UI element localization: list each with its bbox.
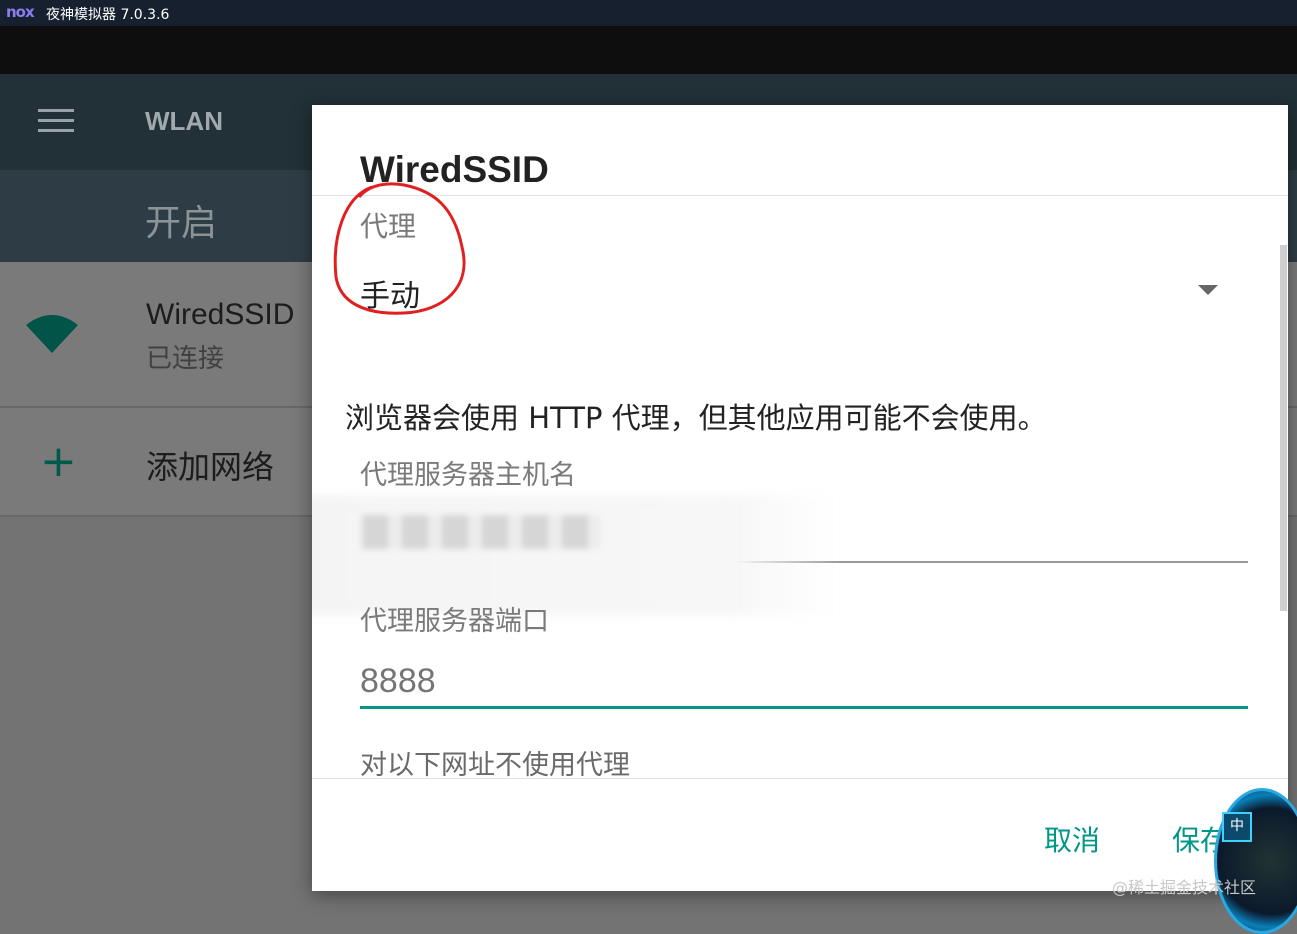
- page-title: WLAN: [145, 106, 223, 136]
- host-label: 代理服务器主机名: [360, 460, 576, 491]
- bypass-label: 对以下网址不使用代理: [360, 750, 630, 781]
- cancel-button[interactable]: 取消: [1044, 819, 1100, 859]
- proxy-dialog: WiredSSID 代理 手动 浏览器会使用 HTTP 代理，但其他应用可能不会…: [312, 105, 1288, 891]
- wifi-icon: [26, 315, 78, 353]
- watermark: @稀土掘金技术社区: [1112, 878, 1257, 897]
- network-status: 已连接: [146, 344, 225, 374]
- annotation-circle: [333, 182, 466, 315]
- redacted-hostname: [362, 515, 600, 549]
- add-icon[interactable]: +: [40, 440, 77, 484]
- port-input[interactable]: [360, 661, 1248, 701]
- avatar-badge: [1214, 788, 1297, 934]
- status-area: [0, 26, 1297, 74]
- redaction-mask: [312, 495, 842, 615]
- port-underline: [360, 706, 1248, 709]
- proxy-note: 浏览器会使用 HTTP 代理，但其他应用可能不会使用。: [345, 401, 1047, 435]
- menu-icon[interactable]: [38, 109, 74, 133]
- add-network-label[interactable]: 添加网络: [146, 442, 274, 488]
- dialog-scrollbar[interactable]: [1280, 245, 1287, 611]
- nox-logo: nox: [6, 3, 35, 21]
- port-label: 代理服务器端口: [360, 606, 549, 637]
- dialog-divider: [312, 778, 1288, 779]
- badge-tag: 中: [1222, 812, 1252, 842]
- network-name[interactable]: WiredSSID: [146, 298, 294, 332]
- window-titlebar: nox 夜神模拟器 7.0.3.6: [0, 0, 1297, 26]
- dropdown-arrow-icon[interactable]: [1198, 285, 1218, 295]
- wlan-switch-label: 开启: [145, 203, 218, 244]
- window-title: 夜神模拟器 7.0.3.6: [46, 7, 170, 23]
